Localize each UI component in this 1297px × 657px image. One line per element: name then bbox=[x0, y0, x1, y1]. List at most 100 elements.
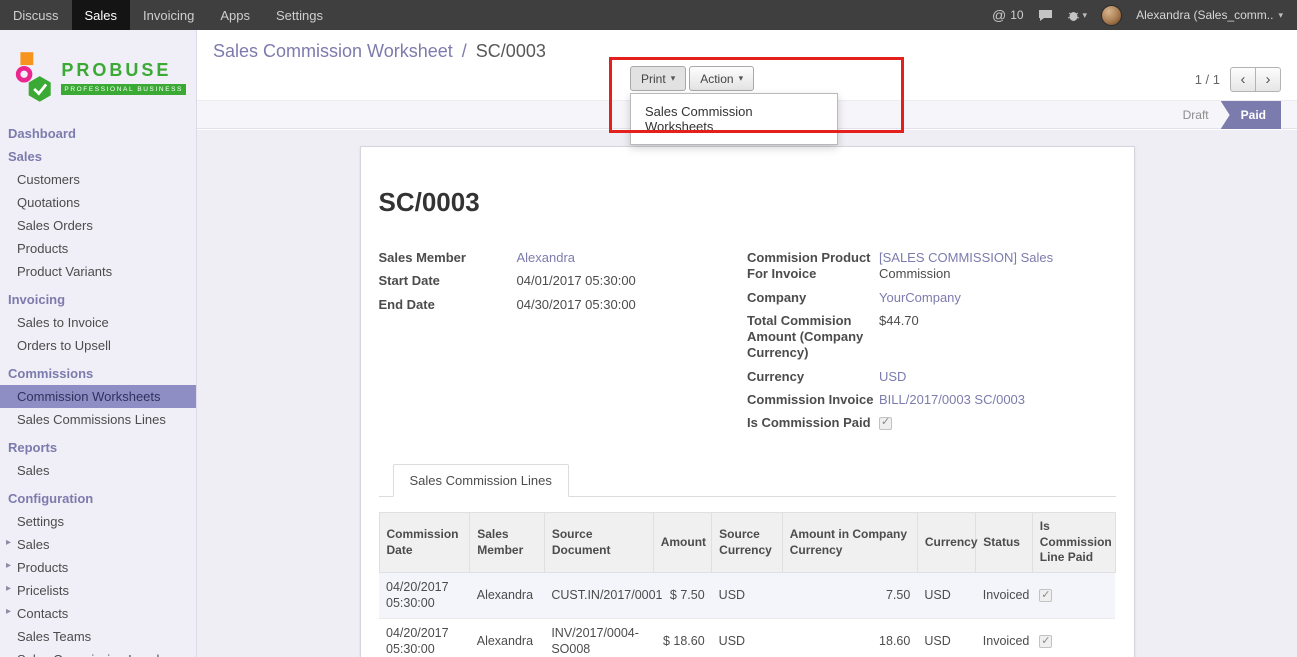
sidebar-section-commissions[interactable]: Commissions bbox=[0, 362, 196, 385]
user-name: Alexandra (Sales_comm.. bbox=[1136, 8, 1273, 22]
table-row[interactable]: 04/20/2017 05:30:00 Alexandra CUST.IN/20… bbox=[379, 573, 1115, 619]
at-icon: @ bbox=[992, 7, 1006, 23]
cell-currency: USD bbox=[917, 573, 975, 619]
sidebar-item-label: Contacts bbox=[17, 606, 68, 621]
print-button[interactable]: Print ▾ bbox=[630, 66, 686, 91]
sidebar-item-commission-worksheets[interactable]: Commission Worksheets bbox=[0, 385, 196, 408]
field-commission-product: Commision Product For Invoice [SALES COM… bbox=[747, 250, 1116, 283]
sidebar-item-orders-to-upsell[interactable]: Orders to Upsell bbox=[0, 334, 196, 357]
probuse-logo[interactable]: PROBUSE PROFESSIONAL BUSINESS bbox=[0, 30, 196, 120]
sidebar-item-contacts[interactable]: ▸Contacts bbox=[0, 602, 196, 625]
user-avatar[interactable] bbox=[1101, 5, 1122, 26]
cell-amount-company: 7.50 bbox=[782, 573, 917, 619]
sidebar-item-quotations[interactable]: Quotations bbox=[0, 191, 196, 214]
top-navbar: Discuss Sales Invoicing Apps Settings @ … bbox=[0, 0, 1297, 30]
top-menu-apps[interactable]: Apps bbox=[207, 0, 263, 30]
column-header-sales-member[interactable]: Sales Member bbox=[470, 513, 545, 573]
sidebar-item-customers[interactable]: Customers bbox=[0, 168, 196, 191]
company-link[interactable]: YourCompany bbox=[879, 290, 961, 305]
field-label: Currency bbox=[747, 369, 879, 385]
sidebar-item-products[interactable]: Products bbox=[0, 237, 196, 260]
record-title: SC/0003 bbox=[379, 187, 1116, 218]
action-button[interactable]: Action ▾ bbox=[689, 66, 754, 91]
cell-sales-member: Alexandra bbox=[470, 618, 545, 657]
sidebar-section-invoicing[interactable]: Invoicing bbox=[0, 288, 196, 311]
cell-status: Invoiced bbox=[976, 618, 1032, 657]
commission-product-rest: Commission bbox=[879, 266, 1053, 282]
top-menu-settings[interactable]: Settings bbox=[263, 0, 336, 30]
field-commission-invoice: Commission Invoice BILL/2017/0003 SC/000… bbox=[747, 392, 1116, 408]
sidebar-item-settings[interactable]: Settings bbox=[0, 510, 196, 533]
cell-source-document: INV/2017/0004-SO008 bbox=[544, 618, 653, 657]
line-paid-checkbox bbox=[1039, 635, 1052, 648]
column-header-line-paid[interactable]: Is Commission Line Paid bbox=[1032, 513, 1115, 573]
sidebar-item-sales-orders[interactable]: Sales Orders bbox=[0, 214, 196, 237]
top-menu-invoicing[interactable]: Invoicing bbox=[130, 0, 207, 30]
cell-source-currency: USD bbox=[712, 618, 783, 657]
debug-icon[interactable]: ▾ bbox=[1067, 9, 1088, 22]
sidebar-item-sales[interactable]: Sales bbox=[0, 145, 196, 168]
field-is-commission-paid: Is Commission Paid bbox=[747, 415, 1116, 431]
cell-status: Invoiced bbox=[976, 573, 1032, 619]
column-header-amount-company[interactable]: Amount in Company Currency bbox=[782, 513, 917, 573]
top-menu-list: Discuss Sales Invoicing Apps Settings bbox=[0, 0, 336, 30]
chat-bubble-icon bbox=[1038, 9, 1053, 22]
sidebar-item-config-sales[interactable]: ▸Sales bbox=[0, 533, 196, 556]
probuse-logo-icon bbox=[14, 48, 54, 106]
field-total-commission: Total Commision Amount (Company Currency… bbox=[747, 313, 1116, 362]
mentions-counter[interactable]: @ 10 bbox=[992, 7, 1024, 23]
pager-previous-button[interactable]: ‹ bbox=[1230, 67, 1256, 92]
currency-link[interactable]: USD bbox=[879, 369, 906, 384]
messages-icon[interactable] bbox=[1038, 9, 1053, 22]
column-header-currency[interactable]: Currency bbox=[917, 513, 975, 573]
mention-count: 10 bbox=[1010, 8, 1023, 22]
sidebar-section-configuration[interactable]: Configuration bbox=[0, 487, 196, 510]
tab-sales-commission-lines[interactable]: Sales Commission Lines bbox=[393, 464, 569, 497]
field-label: Company bbox=[747, 290, 879, 306]
field-group-right: Commision Product For Invoice [SALES COM… bbox=[747, 250, 1116, 438]
commission-invoice-link[interactable]: BILL/2017/0003 SC/0003 bbox=[879, 392, 1025, 407]
caret-down-icon: ▾ bbox=[671, 73, 676, 84]
sidebar-item-dashboard[interactable]: Dashboard bbox=[0, 122, 196, 145]
column-header-source-currency[interactable]: Source Currency bbox=[712, 513, 783, 573]
cell-commission-date: 04/20/2017 05:30:00 bbox=[379, 573, 470, 619]
form-sheet: SC/0003 Sales Member Alexandra Start Dat… bbox=[360, 146, 1135, 657]
sidebar-item-product-variants[interactable]: Product Variants bbox=[0, 260, 196, 283]
column-header-amount[interactable]: Amount bbox=[653, 513, 711, 573]
pager-next-button[interactable]: › bbox=[1255, 67, 1281, 92]
top-menu-discuss[interactable]: Discuss bbox=[0, 0, 72, 30]
topbar-systray: @ 10 ▾ Alexandra (Sales_comm.. ▾ bbox=[992, 0, 1297, 30]
cell-source-document: CUST.IN/2017/0001 bbox=[544, 573, 653, 619]
sales-member-link[interactable]: Alexandra bbox=[517, 250, 576, 265]
field-groups: Sales Member Alexandra Start Date 04/01/… bbox=[379, 250, 1116, 438]
pager-buttons: ‹ › bbox=[1230, 67, 1281, 92]
column-header-source-document[interactable]: Source Document bbox=[544, 513, 653, 573]
field-label: Commission Invoice bbox=[747, 392, 879, 408]
field-label: Total Commision Amount (Company Currency… bbox=[747, 313, 879, 362]
column-header-status[interactable]: Status bbox=[976, 513, 1032, 573]
status-paid-badge[interactable]: Paid bbox=[1221, 101, 1281, 129]
breadcrumb-parent[interactable]: Sales Commission Worksheet bbox=[213, 41, 453, 61]
print-button-label: Print bbox=[641, 72, 666, 86]
sidebar-item-sales-commissions-lines[interactable]: Sales Commissions Lines bbox=[0, 408, 196, 431]
action-button-label: Action bbox=[700, 72, 733, 86]
user-menu[interactable]: Alexandra (Sales_comm.. ▾ bbox=[1136, 8, 1283, 22]
field-label: Is Commission Paid bbox=[747, 415, 879, 431]
sidebar-item-sales-commission-levels[interactable]: Sales Commission Levels bbox=[0, 648, 196, 657]
sidebar-item-pricelists[interactable]: ▸Pricelists bbox=[0, 579, 196, 602]
commission-product-link[interactable]: [SALES COMMISSION] Sales bbox=[879, 250, 1053, 265]
sidebar-section-reports[interactable]: Reports bbox=[0, 436, 196, 459]
field-label: Sales Member bbox=[379, 250, 517, 266]
breadcrumb-separator: / bbox=[462, 41, 467, 61]
statusbar: Draft Paid bbox=[1171, 101, 1281, 129]
top-menu-sales[interactable]: Sales bbox=[72, 0, 131, 30]
menu-item-sales-commission-worksheets[interactable]: Sales Commission Worksheets bbox=[631, 99, 837, 139]
sidebar-item-reports-sales[interactable]: Sales bbox=[0, 459, 196, 482]
sidebar-item-sales-teams[interactable]: Sales Teams bbox=[0, 625, 196, 648]
field-sales-member: Sales Member Alexandra bbox=[379, 250, 748, 266]
status-draft[interactable]: Draft bbox=[1171, 101, 1221, 129]
table-row[interactable]: 04/20/2017 05:30:00 Alexandra INV/2017/0… bbox=[379, 618, 1115, 657]
column-header-commission-date[interactable]: Commission Date bbox=[379, 513, 470, 573]
sidebar-item-config-products[interactable]: ▸Products bbox=[0, 556, 196, 579]
sidebar-item-sales-to-invoice[interactable]: Sales to Invoice bbox=[0, 311, 196, 334]
